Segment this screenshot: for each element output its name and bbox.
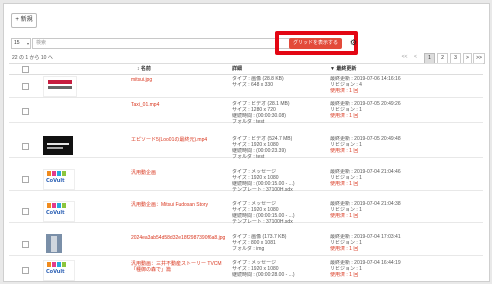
- table-row[interactable]: エピソード5(Loo01の最終元).mp4 タイプ : ビデオ (524.7 M…: [9, 134, 483, 160]
- table-row[interactable]: CoVult 汎用動企画 タイプ : メッセージ サイズ : 1920 x 108…: [9, 167, 483, 193]
- row-checkbox[interactable]: [22, 208, 29, 215]
- item-name-link[interactable]: 2024ea3ab54d58d32e18f2987390f6a8.jpg: [131, 235, 231, 241]
- row-checkbox[interactable]: [22, 108, 29, 115]
- show-grid-button[interactable]: グリッドを表示する: [289, 38, 342, 49]
- media-library-panel: + 新規 15 ▾ 検索 グリッドを表示する ⚙ 22 の 1 から 10 へ …: [3, 3, 490, 282]
- row-checkbox[interactable]: [22, 143, 29, 150]
- item-updated: 最終更新 : 2019-07-04 16:44:19 リビジョン : 1 使用済 :…: [330, 260, 401, 278]
- item-details: タイプ : メッセージ サイズ : 1920 x 1080 継続時間 : (00:0…: [232, 169, 295, 193]
- column-updated-header[interactable]: ▼ 最終更新: [330, 64, 356, 74]
- add-new-button[interactable]: + 新規: [11, 13, 37, 28]
- thumbnail-image[interactable]: [43, 136, 73, 155]
- item-updated: 最終更新 : 2019-07-05 20:49:48 リビジョン : 1 使用済 :…: [330, 136, 401, 154]
- item-name-link[interactable]: Taxi_01.mp4: [131, 102, 231, 108]
- item-updated: 最終更新 : 2019-07-04 17:03:41 リビジョン : 1 使用済 :…: [330, 234, 401, 252]
- page-size-select[interactable]: 15 ▾: [11, 38, 31, 49]
- table-row[interactable]: mitsui.jpg タイプ : 画像 (28.8 KB) サイズ : 648 x…: [9, 74, 483, 98]
- item-name-link[interactable]: エピソード5(Loo01の最終元).mp4: [131, 137, 231, 143]
- row-checkbox[interactable]: [22, 176, 29, 183]
- item-updated: 最終更新 : 2019-07-05 20:49:26 リビジョン : 1 使用済 :…: [330, 101, 401, 119]
- prev-page-button[interactable]: <: [412, 53, 419, 62]
- item-details: タイプ : ビデオ (28.1 MB) サイズ : 1280 x 720 継続時間 …: [232, 101, 290, 125]
- row-checkbox[interactable]: [22, 83, 29, 90]
- item-details: タイプ : ビデオ (524.7 MB) サイズ : 1920 x 1080 継続時…: [232, 136, 293, 160]
- item-details: タイプ : 画像 (173.7 KB) サイズ : 800 x 1081 フォルダ …: [232, 234, 287, 252]
- item-name-link[interactable]: mitsui.jpg: [131, 77, 231, 83]
- table-row[interactable]: CoVult 汎用動画：三井不動産ストーリー TVCM「種御の森で」篇 タイプ …: [9, 258, 483, 281]
- item-updated: 最終更新 : 2019-07-04 21:04:46 リビジョン : 1 使用済 :…: [330, 169, 401, 187]
- search-input[interactable]: 検索: [32, 38, 293, 49]
- chevron-down-icon: ▾: [26, 41, 29, 46]
- thumbnail-image[interactable]: CoVult: [43, 260, 75, 281]
- first-page-button[interactable]: <<: [400, 53, 409, 62]
- page-size-value: 15: [14, 40, 20, 46]
- item-details: タイプ : メッセージ サイズ : 1920 x 1080 継続時間 : (00:0…: [232, 260, 295, 278]
- item-updated: 最終更新 : 2019-07-04 21:04:38 リビジョン : 1 使用済 :…: [330, 201, 401, 219]
- thumbnail-image[interactable]: [43, 76, 77, 97]
- select-all-checkbox[interactable]: [22, 66, 29, 73]
- thumbnail-image[interactable]: [46, 234, 62, 253]
- thumbnail-image[interactable]: CoVult: [43, 201, 75, 222]
- item-updated: 最終更新 : 2019-07-06 14:16:16 リビジョン : 4 使用済 :…: [330, 76, 401, 94]
- row-checkbox[interactable]: [22, 241, 29, 248]
- item-name-link[interactable]: 汎用動企画: [131, 170, 231, 176]
- table-row[interactable]: CoVult 汎用動企画：Mitsui Fudosan Story タイプ : …: [9, 199, 483, 225]
- table-row[interactable]: Taxi_01.mp4 タイプ : ビデオ (28.1 MB) サイズ : 128…: [9, 99, 483, 125]
- column-details-header[interactable]: 詳細: [232, 64, 242, 74]
- table-row[interactable]: 2024ea3ab54d58d32e18f2987390f6a8.jpg タイプ…: [9, 232, 483, 256]
- column-name-header[interactable]: ↕ 名前: [137, 64, 151, 74]
- item-details: タイプ : メッセージ サイズ : 1920 x 1080 継続時間 : (00:0…: [232, 201, 295, 225]
- range-info: 22 の 1 から 10 へ: [12, 55, 53, 61]
- thumbnail-image[interactable]: CoVult: [43, 169, 75, 190]
- item-name-link[interactable]: 汎用動企画：Mitsui Fudosan Story: [131, 202, 231, 208]
- row-checkbox[interactable]: [22, 267, 29, 274]
- gear-icon[interactable]: ⚙: [349, 38, 358, 47]
- item-name-link[interactable]: 汎用動画：三井不動産ストーリー TVCM「種御の森で」篇: [131, 261, 231, 273]
- item-details: タイプ : 画像 (28.8 KB) サイズ : 648 x 330: [232, 76, 284, 88]
